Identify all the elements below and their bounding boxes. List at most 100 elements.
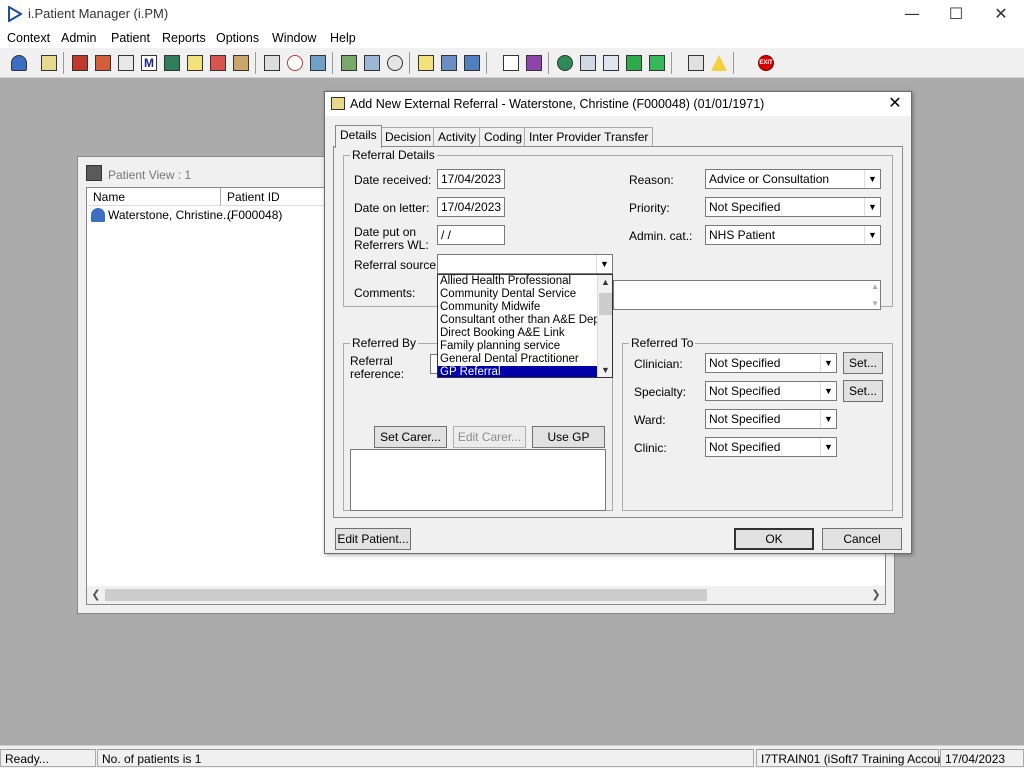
referral-source-option[interactable]: General Dental Practitioner bbox=[438, 353, 612, 366]
column-header-name[interactable]: Name bbox=[87, 188, 221, 206]
edit-patient-button[interactable]: Edit Patient... bbox=[335, 528, 411, 550]
menu-context[interactable]: Context bbox=[7, 31, 50, 45]
referral-source-option[interactable]: Consultant other than A&E Dept bbox=[438, 314, 612, 327]
dropdown-scrollbar[interactable]: ▲ ▼ bbox=[597, 275, 612, 377]
toolbar-chart-icon[interactable] bbox=[339, 52, 359, 74]
date-put-on-wl-input[interactable]: / / bbox=[437, 225, 505, 245]
referral-source-option-selected[interactable]: GP Referral bbox=[438, 366, 612, 377]
scroll-right-icon[interactable]: ❯ bbox=[868, 587, 884, 603]
toolbar-bed-icon[interactable] bbox=[439, 52, 459, 74]
scrollbar-thumb[interactable] bbox=[105, 589, 707, 601]
date-received-input[interactable]: 17/04/2023 bbox=[437, 169, 505, 189]
toolbar-list-icon[interactable] bbox=[362, 52, 382, 74]
tab-decision[interactable]: Decision bbox=[380, 127, 437, 147]
admin-cat-value: NHS Patient bbox=[709, 228, 776, 242]
scroll-left-icon[interactable]: ❮ bbox=[88, 587, 104, 603]
edit-carer-button[interactable]: Edit Carer... bbox=[453, 426, 526, 448]
referral-source-option[interactable]: Community Dental Service bbox=[438, 288, 612, 301]
comments-textarea[interactable]: ▲ ▼ bbox=[613, 280, 881, 310]
chevron-down-icon[interactable]: ▼ bbox=[820, 382, 836, 400]
clinician-select[interactable]: Not Specified ▼ bbox=[705, 353, 837, 373]
set-carer-button[interactable]: Set Carer... bbox=[374, 426, 447, 448]
menu-options[interactable]: Options bbox=[216, 31, 259, 45]
ward-select[interactable]: Not Specified ▼ bbox=[705, 409, 837, 429]
toolbar-printer-icon[interactable] bbox=[39, 52, 64, 74]
toolbar-monitor-icon[interactable] bbox=[308, 52, 333, 74]
referral-source-option[interactable]: Direct Booking A&E Link bbox=[438, 327, 612, 340]
toolbar-patient-icon[interactable] bbox=[9, 52, 29, 74]
toolbar-book-icon[interactable] bbox=[70, 52, 90, 74]
reason-select[interactable]: Advice or Consultation ▼ bbox=[705, 169, 881, 189]
toolbar-tick-icon[interactable] bbox=[601, 52, 621, 74]
specialty-select[interactable]: Not Specified ▼ bbox=[705, 381, 837, 401]
toolbar-form-icon[interactable] bbox=[185, 52, 205, 74]
dropdown-scroll-thumb[interactable] bbox=[599, 293, 612, 315]
chevron-down-icon[interactable]: ▼ bbox=[596, 255, 612, 273]
menu-window[interactable]: Window bbox=[272, 31, 316, 45]
toolbar-staff-icon[interactable] bbox=[462, 52, 487, 74]
set-specialty-button[interactable]: Set... bbox=[843, 380, 883, 402]
toolbar-globe-icon[interactable] bbox=[555, 52, 575, 74]
cancel-button[interactable]: Cancel bbox=[822, 528, 902, 550]
column-header-patient-id[interactable]: Patient ID bbox=[221, 188, 331, 206]
comments-scroll-down-icon[interactable]: ▼ bbox=[871, 299, 879, 308]
toolbar-green-arrows-icon[interactable] bbox=[647, 52, 672, 74]
scroll-up-icon[interactable]: ▲ bbox=[598, 275, 612, 289]
tab-coding[interactable]: Coding bbox=[479, 127, 528, 147]
table-row[interactable]: Waterstone, Christine... (F000048) bbox=[87, 206, 331, 224]
referral-source-option[interactable]: Allied Health Professional bbox=[438, 275, 612, 288]
toolbar-document-icon[interactable] bbox=[116, 52, 136, 74]
toolbar-green-arrow-icon[interactable] bbox=[624, 52, 644, 74]
priority-select[interactable]: Not Specified ▼ bbox=[705, 197, 881, 217]
referral-source-option[interactable]: Community Midwife bbox=[438, 301, 612, 314]
toolbar-warning-icon[interactable] bbox=[709, 52, 734, 74]
chevron-down-icon[interactable]: ▼ bbox=[864, 226, 880, 244]
toolbar-exit-icon[interactable]: EXIT bbox=[756, 52, 776, 74]
scroll-down-icon[interactable]: ▼ bbox=[598, 363, 612, 377]
dialog-close-icon[interactable]: ✕ bbox=[885, 94, 905, 114]
toolbar-notes-icon[interactable] bbox=[93, 52, 113, 74]
toolbar-dial-icon[interactable] bbox=[385, 52, 410, 74]
toolbar-page-icon[interactable] bbox=[501, 52, 521, 74]
tab-details[interactable]: Details bbox=[335, 125, 382, 148]
chevron-down-icon[interactable]: ▼ bbox=[864, 170, 880, 188]
comments-scroll-up-icon[interactable]: ▲ bbox=[871, 282, 879, 291]
date-received-label: Date received: bbox=[354, 173, 432, 187]
toolbar-swap-icon[interactable] bbox=[686, 52, 706, 74]
referral-icon bbox=[331, 97, 345, 110]
tab-activity[interactable]: Activity bbox=[433, 127, 482, 147]
admin-cat-select[interactable]: NHS Patient ▼ bbox=[705, 225, 881, 245]
date-on-letter-input[interactable]: 17/04/2023 bbox=[437, 197, 505, 217]
chevron-down-icon[interactable]: ▼ bbox=[820, 410, 836, 428]
toolbar-clock-icon[interactable] bbox=[285, 52, 305, 74]
patient-view-title: Patient View : 1 bbox=[108, 168, 192, 182]
set-clinician-button[interactable]: Set... bbox=[843, 352, 883, 374]
toolbar-flag-icon[interactable] bbox=[208, 52, 228, 74]
tab-inter-provider-transfer[interactable]: Inter Provider Transfer bbox=[524, 127, 654, 147]
toolbar-m-icon[interactable]: M bbox=[139, 52, 159, 74]
chevron-down-icon[interactable]: ▼ bbox=[820, 438, 836, 456]
use-gp-button[interactable]: Use GP bbox=[532, 426, 605, 448]
toolbar-search-icon[interactable] bbox=[262, 52, 282, 74]
patient-view-icon bbox=[86, 165, 102, 181]
horizontal-scrollbar[interactable]: ❮ ❯ bbox=[87, 586, 885, 604]
toolbar-transfer-icon[interactable] bbox=[231, 52, 256, 74]
chevron-down-icon[interactable]: ▼ bbox=[820, 354, 836, 372]
toolbar-person-icon[interactable] bbox=[162, 52, 182, 74]
referral-source-option[interactable]: Family planning service bbox=[438, 340, 612, 353]
chevron-down-icon[interactable]: ▼ bbox=[864, 198, 880, 216]
minimize-icon[interactable]: — bbox=[889, 0, 935, 28]
toolbar-notepad-icon[interactable] bbox=[416, 52, 436, 74]
menu-admin[interactable]: Admin bbox=[61, 31, 96, 45]
clinic-select[interactable]: Not Specified ▼ bbox=[705, 437, 837, 457]
menu-reports[interactable]: Reports bbox=[162, 31, 206, 45]
menu-help[interactable]: Help bbox=[330, 31, 356, 45]
close-icon[interactable]: ✕ bbox=[978, 0, 1024, 28]
toolbar-check-list-icon[interactable] bbox=[578, 52, 598, 74]
maximize-icon[interactable]: ☐ bbox=[933, 0, 979, 28]
toolbar-bar-chart-icon[interactable] bbox=[524, 52, 549, 74]
referral-source-select[interactable]: ▼ bbox=[437, 254, 613, 274]
menu-patient[interactable]: Patient bbox=[111, 31, 150, 45]
clinic-value: Not Specified bbox=[709, 440, 781, 454]
ok-button[interactable]: OK bbox=[734, 528, 814, 550]
